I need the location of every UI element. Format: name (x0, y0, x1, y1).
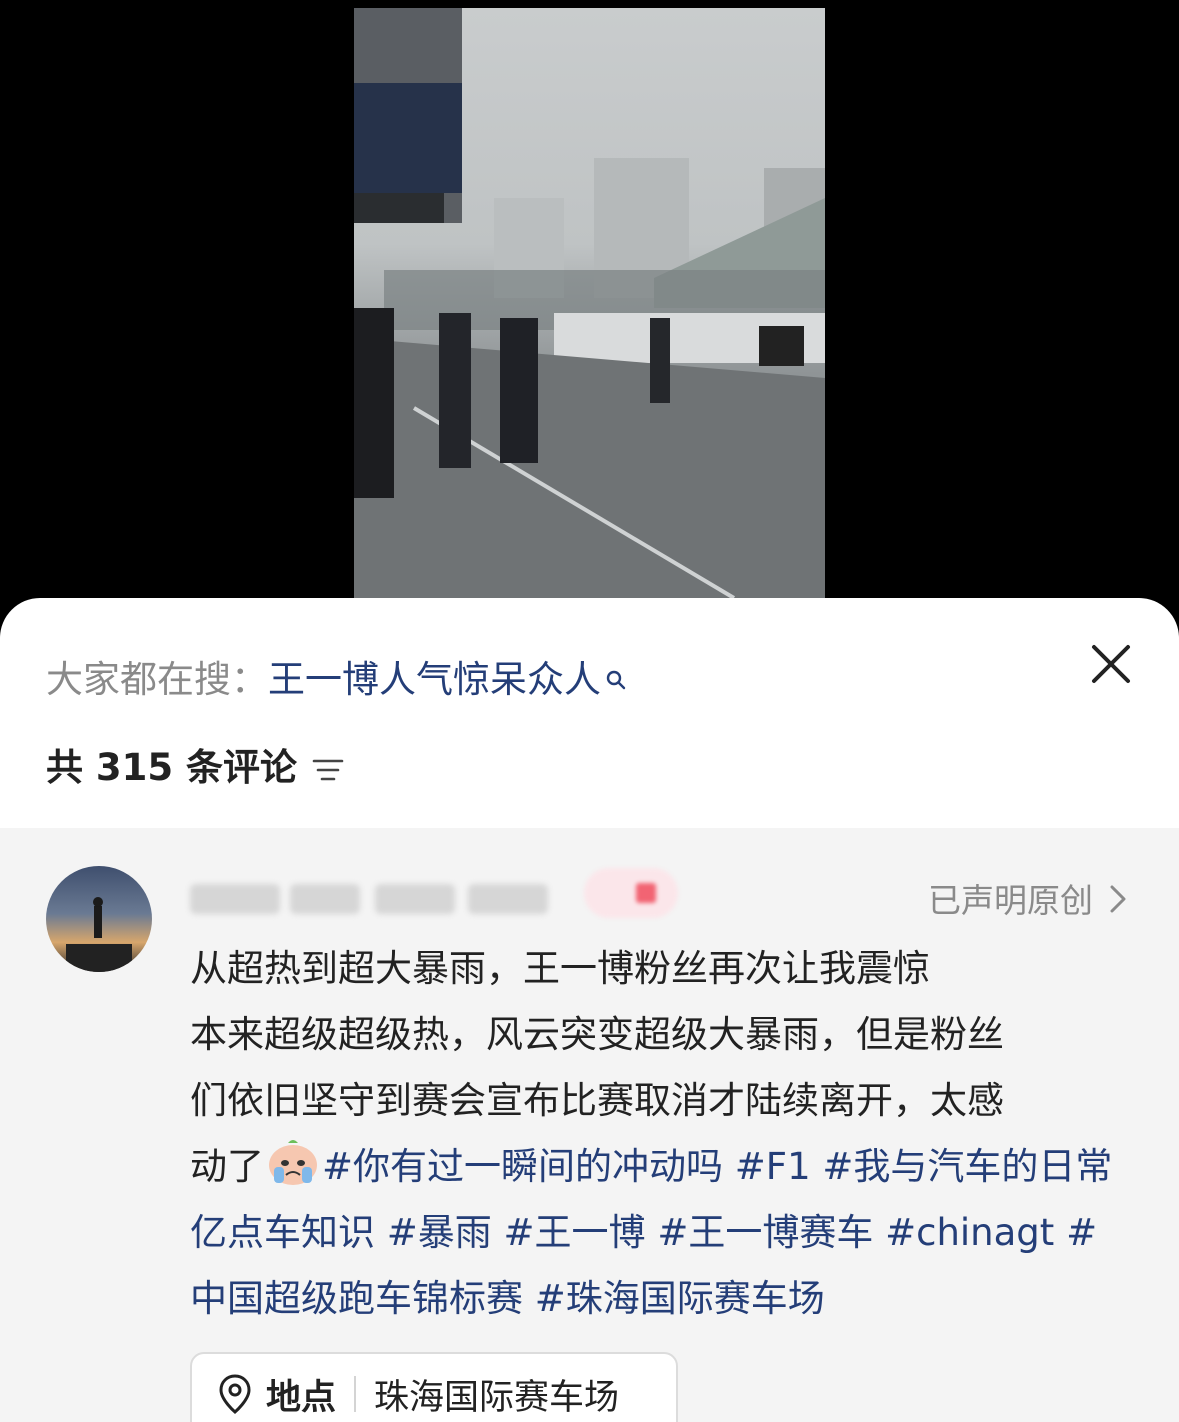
caption-line: 从超热到超大暴雨，王一博粉丝再次让我震惊 (190, 947, 930, 990)
hashtag-link[interactable]: #F1 (735, 1145, 811, 1188)
location-pin-icon (218, 1373, 252, 1415)
caption-text: 动了 (190, 1145, 264, 1188)
comment-sheet: 大家都在搜： 王一博人气惊呆众人 共 315 条评论 已声明原创 从超热到超大暴… (0, 598, 1179, 1422)
search-icon[interactable] (605, 657, 627, 690)
author-badge-obscured (584, 868, 678, 918)
location-value: 珠海国际赛车场 (374, 1377, 620, 1418)
post-caption: 从超热到超大暴雨，王一博粉丝再次让我震惊 本来超级超级热，风云突变超级大暴雨，但… (190, 936, 1130, 1332)
comment-count-text: 共 315 条评论 (46, 746, 297, 789)
trending-search-label: 大家都在搜： (46, 658, 268, 701)
hashtag-link[interactable]: #王一博 (504, 1211, 646, 1254)
declared-original-label: 已声明原创 (928, 881, 1093, 920)
hashtag-link[interactable]: #暴雨 (387, 1211, 492, 1254)
chevron-right-icon (1109, 883, 1127, 913)
location-chip[interactable]: 地点 珠海国际赛车场 (190, 1352, 678, 1422)
trending-search-bar[interactable]: 大家都在搜： 王一博人气惊呆众人 (46, 646, 627, 706)
hashtag-link[interactable]: #王一博赛车 (657, 1211, 873, 1254)
comment-list: 已声明原创 从超热到超大暴雨，王一博粉丝再次让我震惊 本来超级超级热，风云突变超… (0, 828, 1179, 1422)
caption-line: 本来超级超级热，风云突变超级大暴雨，但是粉丝 (190, 1013, 1004, 1056)
close-icon[interactable] (1089, 642, 1133, 686)
video-player[interactable] (0, 0, 1179, 640)
hashtag-link[interactable]: #你有过一瞬间的冲动吗 (322, 1145, 723, 1188)
avatar[interactable] (46, 866, 152, 972)
crying-emoji-icon (266, 1137, 320, 1187)
author-name-obscured[interactable] (190, 874, 550, 922)
declared-original-link[interactable]: 已声明原创 (928, 876, 1127, 920)
location-divider (354, 1376, 357, 1412)
video-frame[interactable] (354, 8, 825, 598)
hashtag-link[interactable]: #chinagt (885, 1211, 1054, 1254)
rainy-pit-lane-scene (354, 8, 825, 598)
comment-count-header[interactable]: 共 315 条评论 (46, 736, 345, 792)
sort-icon[interactable] (311, 750, 345, 781)
caption-line: 们依旧坚守到赛会宣布比赛取消才陆续离开，太感 (190, 1079, 1004, 1122)
hashtag-link[interactable]: #珠海国际赛车场 (535, 1277, 825, 1320)
caption-line: 动了 #你有过一瞬间的冲动吗 #F1 #我与汽车的日常亿点车知识 #暴雨 #王一博… (190, 1134, 1130, 1332)
trending-search-term[interactable]: 王一博人气惊呆众人 (268, 649, 601, 703)
location-label: 地点 (266, 1377, 337, 1418)
